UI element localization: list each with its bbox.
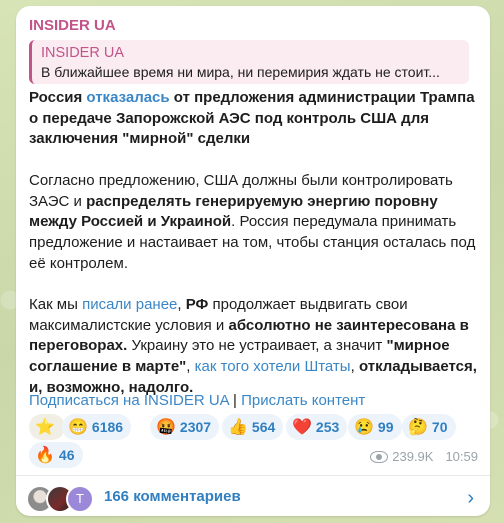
reaction-grin[interactable]: 😁 6186 [62, 414, 132, 440]
para3-text-1: Как мы [29, 296, 83, 313]
subscribe-link[interactable]: Подписаться на INSIDER UA [29, 392, 229, 409]
para3-text-2: , [177, 296, 186, 313]
chevron-right-icon: › [467, 487, 474, 509]
para3-text-5: , [186, 358, 195, 376]
reaction-crying[interactable]: 😢 99 [348, 414, 402, 440]
heart-icon: ❤️ [292, 419, 312, 436]
reaction-count: 70 [431, 419, 448, 435]
para3-link-1[interactable]: писали ранее [82, 296, 177, 313]
sender-name[interactable]: INSIDER UA [29, 17, 116, 34]
reaction-count: 2307 [179, 419, 212, 435]
thinking-emoji-icon: 🤔 [408, 419, 428, 436]
comments-count-label: 166 комментариев [104, 488, 241, 505]
send-content-link[interactable]: Прислать контент [241, 392, 365, 409]
fire-icon: 🔥 [35, 447, 55, 464]
message-text: Россия отказалась от предложения админис… [29, 88, 479, 419]
reaction-heart[interactable]: ❤️ 253 [286, 414, 348, 440]
para3-bold-1: РФ [185, 296, 209, 313]
headline-link[interactable]: отказалась [86, 89, 169, 106]
message-bubble: INSIDER UA INSIDER UA В ближайшее время … [16, 6, 490, 516]
para3-text-6: , [350, 358, 359, 376]
reaction-thumbs-up[interactable]: 👍 564 [222, 414, 284, 440]
footer-separator: | [228, 392, 242, 409]
footer-links: Подписаться на INSIDER UA | Прислать кон… [29, 392, 365, 409]
reaction-thinking[interactable]: 🤔 70 [402, 414, 456, 440]
paragraph-3: Как мы писали ранее, РФ продолжает выдви… [29, 295, 479, 399]
star-icon: ⭐ [35, 419, 55, 436]
crying-emoji-icon: 😢 [354, 419, 374, 436]
headline-text-1: Россия [29, 89, 87, 106]
comments-button[interactable]: T 166 комментариев › [16, 476, 490, 516]
para3-text-4: Украину это не устраивает, а значит [127, 337, 387, 355]
reaction-count: 564 [251, 419, 276, 435]
reply-preview[interactable]: INSIDER UA В ближайшее время ни мира, ни… [29, 40, 469, 84]
thumbs-up-icon: 👍 [228, 419, 248, 436]
headline-paragraph: Россия отказалась от предложения админис… [29, 88, 479, 150]
grin-emoji-icon: 😁 [68, 419, 88, 436]
reaction-count: 99 [377, 419, 394, 435]
reply-sender-name: INSIDER UA [41, 45, 124, 61]
view-count: 239.9K [392, 449, 434, 464]
avatar: T [66, 485, 94, 513]
message-time: 10:59 [445, 449, 478, 464]
reaction-count: 46 [58, 447, 75, 463]
reaction-angry[interactable]: 🤬 2307 [150, 414, 220, 440]
paragraph-2: Согласно предложению, США должны были ко… [29, 171, 479, 275]
reaction-fire[interactable]: 🔥 46 [29, 442, 83, 468]
message-meta: 239.9K 10:59 [370, 449, 478, 464]
angry-emoji-icon: 🤬 [156, 419, 176, 436]
reply-text: В ближайшее время ни мира, ни перемирия … [41, 64, 440, 80]
eye-icon [370, 450, 389, 463]
reaction-count: 6186 [91, 419, 124, 435]
reaction-count: 253 [315, 419, 340, 435]
para3-link-2[interactable]: как того хотели Штаты [195, 358, 351, 375]
reaction-star[interactable]: ⭐ [29, 414, 65, 440]
